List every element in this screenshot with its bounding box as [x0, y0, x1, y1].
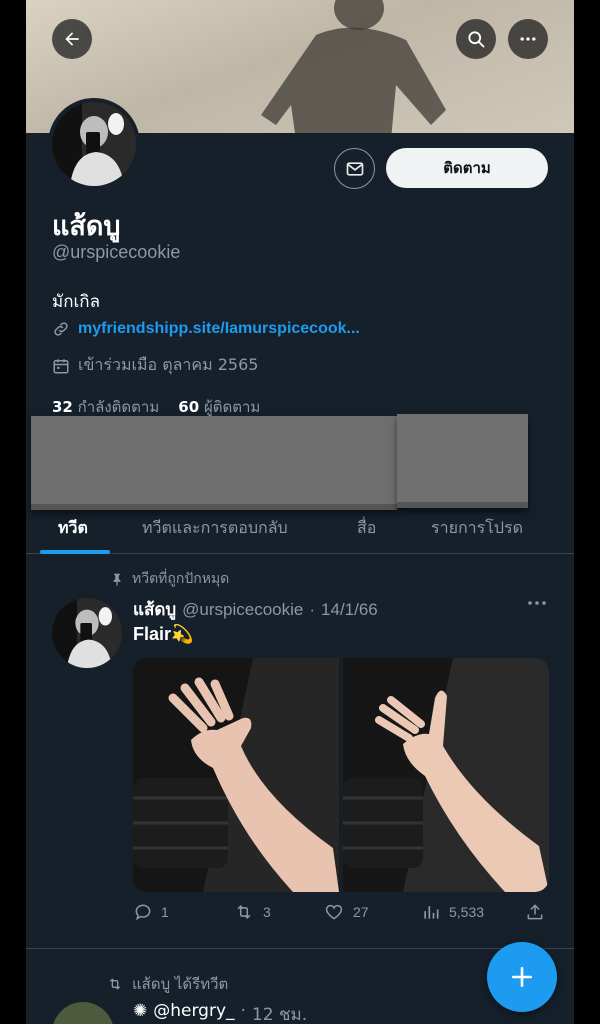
pinned-label: ทวีตที่ถูกปักหมุด	[132, 571, 230, 587]
tweet-photo[interactable]	[133, 658, 340, 892]
tab-media[interactable]: สื่อ	[357, 516, 376, 541]
message-button[interactable]	[334, 148, 375, 189]
views-button[interactable]: 5,533	[421, 902, 484, 922]
tweet-author-avatar[interactable]	[52, 598, 122, 668]
redaction-block	[397, 414, 528, 508]
tweet-date[interactable]: 14/1/66	[321, 600, 378, 620]
retweeted-label-row: แส้ดบู ได้รีทวีต	[106, 972, 228, 996]
link-icon	[54, 322, 68, 336]
analytics-icon	[424, 906, 439, 919]
profile-joined-date: เข้าร่วมเมือ ตุลาคม 2565	[78, 355, 259, 374]
like-count: 27	[353, 904, 369, 920]
search-icon	[468, 31, 485, 48]
plus-icon	[512, 967, 532, 987]
followers-stat[interactable]: 60 ผู้ติดตาม	[178, 398, 260, 416]
retweet-header: ✺ @hergry_ · 12 ชม.	[133, 1001, 307, 1024]
heart-icon	[325, 904, 343, 920]
profile-avatar[interactable]	[48, 98, 140, 190]
view-count: 5,533	[449, 904, 485, 920]
search-button[interactable]	[456, 19, 496, 59]
following-stat[interactable]: 32 กำลังติดตาม	[52, 398, 159, 416]
tweet-media[interactable]	[133, 658, 549, 892]
profile-screen: ติดตาม แส้ดบู @urspicecookie มักเกิล myf…	[26, 0, 574, 1024]
retweet-author-handle[interactable]: @hergry_	[153, 1001, 234, 1024]
share-button[interactable]	[525, 902, 545, 922]
back-button[interactable]	[52, 19, 92, 59]
tweet-header: แส้ดบู @urspicecookie · 14/1/66	[133, 596, 378, 623]
hand-photo-image	[133, 658, 339, 892]
retweet-icon	[237, 905, 251, 919]
tweet-separator: ·	[309, 600, 316, 619]
retweet-count: 3	[263, 904, 271, 920]
compose-tweet-button[interactable]	[487, 942, 557, 1012]
profile-bio: มักเกิล	[52, 292, 101, 312]
tweet-author-handle: @urspicecookie	[182, 600, 304, 619]
hand-photo-image	[342, 658, 549, 892]
profile-handle: @urspicecookie	[52, 242, 181, 262]
avatar-image	[52, 102, 136, 186]
profile-tabs: ทวีต ทวีตและการตอบกลับ สื่อ รายการโปรด	[26, 508, 574, 554]
retweet-icon	[109, 978, 121, 990]
following-count: 32	[52, 398, 73, 416]
tab-tweets[interactable]: ทวีต	[58, 516, 88, 541]
share-icon	[527, 904, 543, 920]
reply-icon	[135, 904, 151, 921]
tweet-author-name[interactable]: แส้ดบู	[133, 596, 176, 623]
reply-button[interactable]: 1	[133, 902, 169, 922]
pinned-label-row: ทวีตที่ถูกปักหมุด	[110, 568, 229, 590]
retweet-button[interactable]: 3	[233, 902, 271, 922]
more-options-button[interactable]	[508, 19, 548, 59]
retweet-author-avatar[interactable]	[52, 1002, 114, 1024]
following-label: กำลังติดตาม	[77, 398, 160, 416]
profile-link-row: myfriendshipp.site/Iamurspicecook...	[52, 320, 360, 338]
more-icon	[528, 601, 546, 605]
arrow-left-icon	[65, 32, 79, 46]
profile-joined-row: เข้าร่วมเมือ ตุลาคม 2565	[52, 353, 258, 378]
more-icon	[520, 37, 536, 41]
tweet-text: Flair💫	[133, 624, 194, 644]
tweet-photo[interactable]	[342, 658, 549, 892]
active-tab-indicator	[40, 550, 110, 554]
follow-button[interactable]: ติดตาม	[386, 148, 548, 188]
like-button[interactable]: 27	[323, 902, 369, 922]
tab-likes[interactable]: รายการโปรด	[431, 516, 523, 541]
retweet-author-badge: ✺	[133, 1001, 148, 1021]
redaction-block	[31, 416, 397, 510]
profile-website-link[interactable]: myfriendshipp.site/Iamurspicecook...	[78, 320, 360, 338]
avatar-image	[52, 598, 122, 668]
followers-label: ผู้ติดตาม	[203, 398, 261, 416]
followers-count: 60	[178, 398, 200, 416]
banner-shadow-image	[261, 0, 446, 133]
tweet-more-button[interactable]	[526, 594, 548, 615]
retweeted-label: แส้ดบู ได้รีทวีต	[132, 975, 229, 993]
reply-count: 1	[161, 904, 169, 920]
tweet-actions: 1 3 27 5,533	[133, 900, 549, 928]
calendar-icon	[53, 358, 69, 373]
profile-display-name: แส้ดบู	[52, 211, 121, 242]
retweet-time[interactable]: 12 ชม.	[252, 1001, 307, 1024]
tab-tweets-and-replies[interactable]: ทวีตและการตอบกลับ	[142, 516, 288, 541]
tweet-divider	[26, 948, 574, 949]
mail-icon	[346, 161, 363, 176]
retweet-separator: ·	[240, 1001, 246, 1021]
pin-icon	[113, 573, 121, 586]
